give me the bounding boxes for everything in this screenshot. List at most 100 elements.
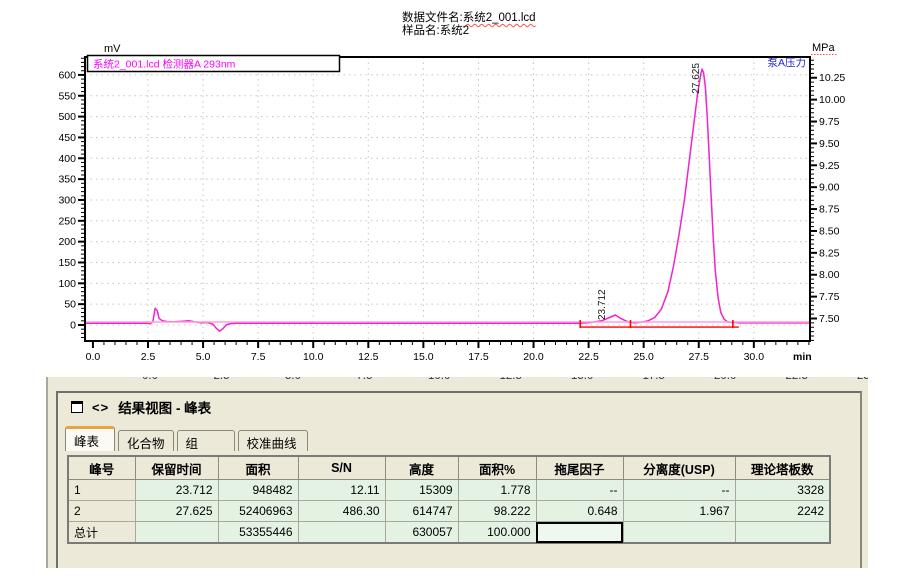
results-title: 结果视图 - 峰表 — [118, 397, 211, 417]
background-axis-label: 0.0 — [142, 377, 158, 382]
svg-text:10.0: 10.0 — [303, 351, 324, 363]
data-cell[interactable]: 15309 — [385, 480, 458, 501]
column-header[interactable]: 拖尾因子 — [536, 456, 623, 480]
right-axis-unit: MPa — [812, 42, 836, 54]
chromatogram-chart: 0.02.55.07.510.012.515.017.520.022.525.0… — [0, 0, 915, 378]
data-cell[interactable] — [735, 522, 830, 544]
svg-text:7.5: 7.5 — [251, 351, 266, 363]
svg-text:12.5: 12.5 — [358, 351, 379, 363]
svg-text:27.5: 27.5 — [689, 351, 710, 363]
data-cell[interactable] — [623, 522, 735, 544]
column-header[interactable]: 面积% — [458, 456, 536, 480]
background-axis-label: 2.5 — [214, 377, 230, 382]
data-cell[interactable]: 630057 — [385, 522, 458, 544]
data-cell[interactable]: 2242 — [735, 501, 830, 522]
data-cell[interactable]: 12.11 — [298, 480, 385, 501]
svg-text:2.5: 2.5 — [141, 351, 156, 363]
column-header[interactable]: 面积 — [218, 456, 298, 480]
data-cell[interactable]: 948482 — [218, 480, 298, 501]
data-cell[interactable]: -- — [536, 480, 623, 501]
svg-text:10.25: 10.25 — [819, 72, 845, 84]
window-restore-icon[interactable] — [71, 401, 83, 413]
column-header[interactable]: 分离度(USP) — [623, 456, 735, 480]
svg-text:22.5: 22.5 — [578, 351, 599, 363]
tab-peak-table[interactable]: 峰表 — [65, 426, 115, 451]
svg-text:0: 0 — [70, 319, 76, 331]
svg-text:500: 500 — [58, 111, 76, 123]
svg-text:450: 450 — [58, 132, 76, 144]
table-row: 总计 53355446 630057100.000 — [68, 522, 830, 544]
svg-text:5.0: 5.0 — [196, 351, 211, 363]
column-header[interactable]: 高度 — [385, 456, 458, 480]
data-cell[interactable]: 52406963 — [218, 501, 298, 522]
svg-text:600: 600 — [58, 69, 76, 81]
svg-text:25.0: 25.0 — [633, 351, 654, 363]
background-axis-label: 22.5 — [786, 377, 808, 382]
tab-compound[interactable]: 化合物 — [118, 430, 174, 451]
expand-collapse-icon[interactable]: <> — [92, 400, 109, 415]
background-axis-label: 20.0 — [714, 377, 736, 382]
data-cell[interactable]: 98.222 — [458, 501, 536, 522]
peak-table: 峰号保留时间面积S/N高度面积%拖尾因子分离度(USP)理论塔板数 123.712… — [67, 455, 831, 544]
svg-text:8.00: 8.00 — [819, 269, 840, 281]
data-cell[interactable]: 1.778 — [458, 480, 536, 501]
results-view-window[interactable]: <> 结果视图 - 峰表 峰表化合物组校准曲线 峰号保留时间面积S/N高度面积%… — [56, 391, 862, 568]
background-axis-label: 5.0 — [285, 377, 301, 382]
background-axis-label: 25.0 — [857, 377, 868, 382]
data-cell[interactable]: -- — [623, 480, 735, 501]
detector-legend-label: 系统2_001.lcd 检测器A 293nm — [93, 58, 236, 71]
data-cell[interactable]: 0.648 — [536, 501, 623, 522]
peak-rt-label: 23.712 — [597, 289, 608, 320]
svg-text:9.25: 9.25 — [819, 160, 840, 172]
column-header[interactable]: 峰号 — [68, 456, 135, 480]
data-cell[interactable] — [298, 522, 385, 544]
data-cell[interactable] — [536, 522, 623, 544]
left-axis-unit: mV — [104, 43, 121, 55]
background-axis-label: 15.0 — [571, 377, 593, 382]
svg-text:10.00: 10.00 — [819, 94, 845, 106]
svg-text:550: 550 — [58, 90, 76, 102]
data-cell[interactable]: 23.712 — [135, 480, 218, 501]
background-axis-label: 10.0 — [428, 377, 450, 382]
column-header[interactable]: S/N — [298, 456, 385, 480]
data-cell[interactable]: 53355446 — [218, 522, 298, 544]
data-cell[interactable]: 614747 — [385, 501, 458, 522]
svg-text:300: 300 — [58, 194, 76, 206]
svg-text:7.75: 7.75 — [819, 291, 840, 303]
row-header-cell[interactable]: 1 — [68, 480, 135, 501]
results-titlebar: <> 结果视图 - 峰表 — [58, 393, 860, 421]
table-row: 123.71294848212.11153091.778----3328 — [68, 480, 830, 501]
clipped-axis-labels: 0.02.55.07.510.012.515.017.520.022.525.0 — [48, 377, 868, 390]
svg-text:350: 350 — [58, 174, 76, 186]
background-axis-label: 17.5 — [643, 377, 665, 382]
row-header-cell[interactable]: 总计 — [68, 522, 135, 544]
svg-text:200: 200 — [58, 236, 76, 248]
data-cell[interactable] — [135, 522, 218, 544]
svg-text:250: 250 — [58, 215, 76, 227]
data-cell[interactable]: 486.30 — [298, 501, 385, 522]
svg-text:17.5: 17.5 — [468, 351, 489, 363]
svg-text:100: 100 — [58, 278, 76, 290]
peak-rt-label: 27.625 — [691, 63, 702, 94]
svg-text:0.0: 0.0 — [86, 351, 101, 363]
svg-text:400: 400 — [58, 153, 76, 165]
background-axis-label: 12.5 — [500, 377, 522, 382]
svg-text:150: 150 — [58, 257, 76, 269]
tab-calibration-curve[interactable]: 校准曲线 — [238, 430, 308, 451]
tab-group[interactable]: 组 — [177, 430, 235, 451]
data-cell[interactable]: 3328 — [735, 480, 830, 501]
data-cell[interactable]: 100.000 — [458, 522, 536, 544]
svg-text:8.50: 8.50 — [819, 225, 840, 237]
results-tab-bar: 峰表化合物组校准曲线 — [65, 427, 311, 451]
data-cell[interactable]: 27.625 — [135, 501, 218, 522]
svg-text:8.25: 8.25 — [819, 247, 840, 259]
svg-text:9.75: 9.75 — [819, 116, 840, 128]
column-header[interactable]: 理论塔板数 — [735, 456, 830, 480]
svg-text:20.0: 20.0 — [523, 351, 544, 363]
column-header[interactable]: 保留时间 — [135, 456, 218, 480]
row-header-cell[interactable]: 2 — [68, 501, 135, 522]
svg-text:9.50: 9.50 — [819, 138, 840, 150]
data-cell[interactable]: 1.967 — [623, 501, 735, 522]
svg-text:7.50: 7.50 — [819, 313, 840, 325]
table-row: 227.62552406963486.3061474798.2220.6481.… — [68, 501, 830, 522]
